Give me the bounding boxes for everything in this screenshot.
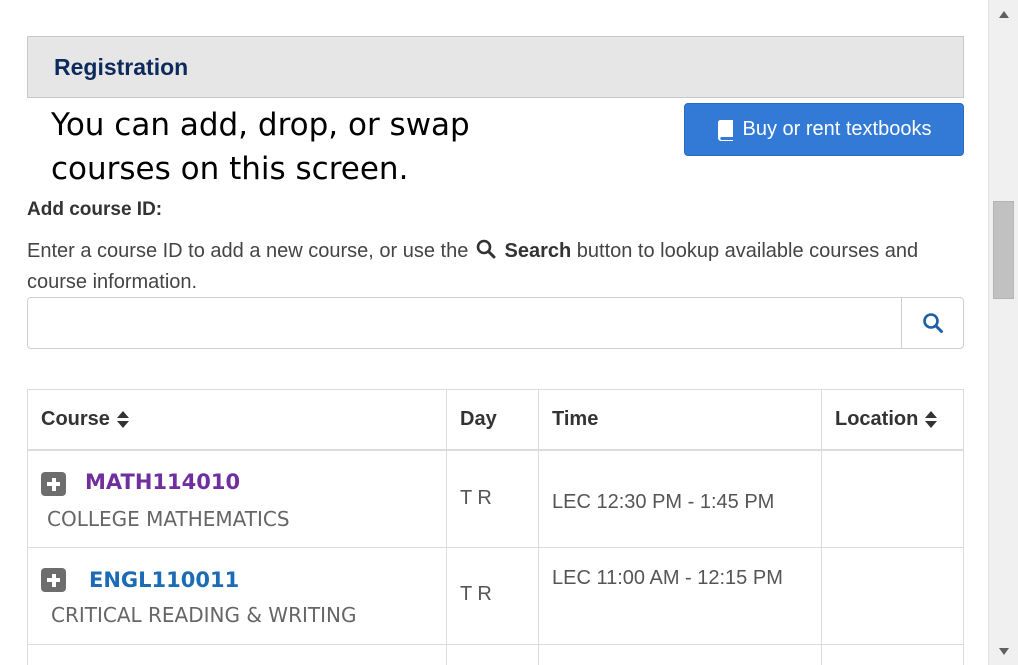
day-cell: T R	[447, 548, 539, 644]
add-course-help: Enter a course ID to add a new course, o…	[27, 236, 927, 298]
table-header-row: Course Day Time Location	[28, 390, 963, 451]
column-header-course-label: Course	[41, 408, 110, 430]
course-id-link[interactable]: ENGL110011	[89, 568, 239, 592]
annotation-text: You can add, drop, or swap courses on th…	[51, 107, 470, 187]
course-id-input[interactable]	[27, 297, 903, 349]
page-viewport: Registration You can add, drop, or swap …	[0, 0, 988, 665]
time-cell	[539, 645, 822, 665]
help-text-before: Enter a course ID to add a new course, o…	[27, 240, 469, 262]
course-cell: MATH114010 COLLEGE MATHEMATICS	[28, 451, 447, 547]
course-id-link[interactable]: MATH114010	[85, 470, 240, 494]
column-header-location-label: Location	[835, 408, 919, 430]
location-cell	[822, 451, 963, 547]
expand-plus-icon[interactable]	[41, 568, 66, 592]
table-row	[28, 645, 963, 665]
search-icon	[922, 313, 943, 333]
column-header-day-label: Day	[460, 408, 497, 430]
sort-icon	[925, 410, 938, 429]
arrow-up-icon	[998, 10, 1009, 18]
course-cell: ENGL110011 CRITICAL READING & WRITING	[28, 548, 447, 644]
table-row: ENGL110011 CRITICAL READING & WRITING T …	[28, 548, 963, 645]
time-text: LEC 11:00 AM - 12:15 PM	[552, 567, 783, 589]
expand-plus-icon[interactable]	[41, 472, 66, 496]
time-cell: LEC 12:30 PM - 1:45 PM	[539, 451, 822, 547]
page-title: Registration	[54, 54, 189, 80]
column-header-day: Day	[447, 390, 539, 449]
scrollbar-thumb[interactable]	[993, 201, 1014, 299]
sort-icon	[116, 410, 129, 429]
buy-textbooks-button[interactable]: Buy or rent textbooks	[684, 103, 964, 156]
day-text: T R	[460, 487, 492, 509]
time-cell: LEC 11:00 AM - 12:15 PM	[539, 548, 822, 644]
column-header-course[interactable]: Course	[28, 390, 447, 449]
search-icon	[476, 239, 496, 259]
book-icon	[717, 119, 733, 141]
column-header-time: Time	[539, 390, 822, 449]
course-table: Course Day Time Location MATH114010 COLL…	[27, 389, 964, 665]
registration-panel-header: Registration	[27, 36, 964, 98]
location-cell	[822, 645, 963, 665]
column-header-location[interactable]: Location	[822, 390, 963, 449]
course-title: COLLEGE MATHEMATICS	[47, 507, 290, 531]
course-cell	[28, 645, 447, 665]
add-course-label: Add course ID:	[27, 199, 163, 220]
day-cell	[447, 645, 539, 665]
column-header-time-label: Time	[552, 408, 599, 430]
table-row: MATH114010 COLLEGE MATHEMATICS T R LEC 1…	[28, 451, 963, 548]
day-text: T R	[460, 583, 492, 605]
time-text: LEC 12:30 PM - 1:45 PM	[552, 491, 775, 513]
buy-textbooks-label: Buy or rent textbooks	[742, 118, 932, 140]
scroll-down-button[interactable]	[989, 637, 1018, 665]
arrow-down-icon	[998, 647, 1009, 655]
vertical-scrollbar[interactable]	[988, 0, 1018, 665]
scroll-up-button[interactable]	[989, 0, 1018, 28]
day-cell: T R	[447, 451, 539, 547]
course-search-button[interactable]	[901, 297, 964, 349]
location-cell	[822, 548, 963, 644]
course-title: CRITICAL READING & WRITING	[51, 603, 357, 627]
help-search-word: Search	[504, 240, 572, 262]
